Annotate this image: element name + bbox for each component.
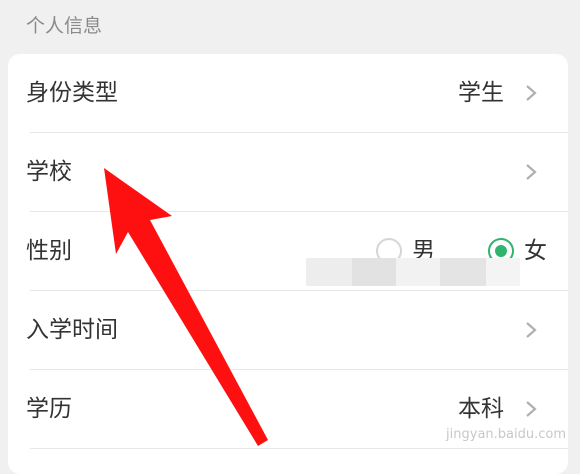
enrollment-time-label: 入学时间 — [26, 317, 118, 343]
radio-female-label[interactable]: 女 — [524, 212, 547, 291]
watermark: jingyan.baidu.com — [446, 427, 566, 442]
identity-type-value: 学生 — [458, 80, 504, 106]
chevron-right-icon — [526, 164, 537, 180]
gender-label: 性别 — [26, 238, 72, 264]
education-label: 学历 — [26, 396, 72, 422]
row-identity-type[interactable]: 身份类型 学生 — [8, 54, 568, 133]
section-header: 个人信息 — [26, 15, 103, 37]
row-enrollment-time[interactable]: 入学时间 — [8, 291, 568, 370]
divider — [30, 448, 568, 449]
chevron-right-icon — [526, 322, 537, 338]
chevron-right-icon — [526, 85, 537, 101]
identity-type-label: 身份类型 — [26, 80, 118, 106]
row-school[interactable]: 学校 — [8, 133, 568, 212]
school-label: 学校 — [26, 159, 72, 185]
chevron-right-icon — [526, 401, 537, 417]
